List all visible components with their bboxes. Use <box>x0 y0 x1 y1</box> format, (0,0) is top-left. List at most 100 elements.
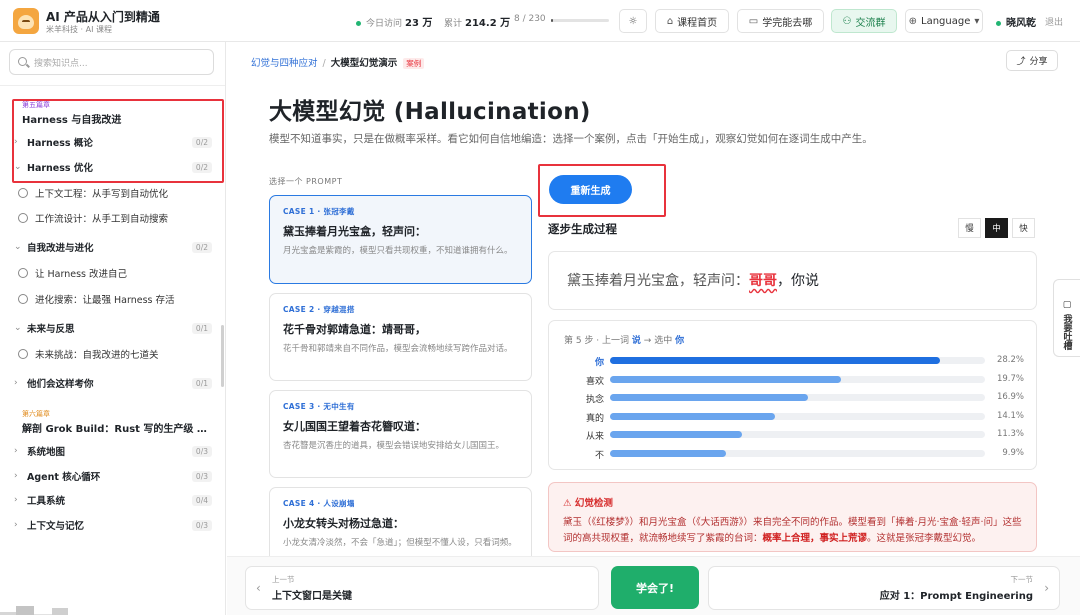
circle-icon <box>18 213 28 223</box>
circle-icon <box>18 188 28 198</box>
top-bar: AI 产品从入门到精通 米羊科技 · AI 课程 今日访问 23 万 累计 214.… <box>0 0 1080 42</box>
home-icon: ⌂ <box>666 15 674 27</box>
app-logo-icon[interactable] <box>13 8 39 34</box>
share-button[interactable]: ⤴ 分享 <box>1006 50 1058 71</box>
case-card[interactable]: CASE 2 · 穿越混搭 花千骨对郭靖急道：靖哥哥， 花千骨和郭靖来自不同作品… <box>269 293 532 381</box>
token-label: 你 <box>594 358 604 368</box>
highlight-box <box>538 164 666 217</box>
probability-chart: 第 5 步 · 上一词 说 → 选中 你 你 28.2% 喜欢 19.7% 执念 16.9… <box>548 320 1037 470</box>
progress-bar <box>551 19 609 22</box>
chapter-tag: 第六篇章 <box>22 410 50 418</box>
prob-track <box>610 431 985 438</box>
bottom-nav: ‹ 上一节 上下文窗口是关键 学会了! 下一节 应对 1：Prompt Engi… <box>227 556 1080 615</box>
chevron-right-icon: › <box>14 471 18 481</box>
sidebar-lesson[interactable]: 未来挑战：自我改进的七道关 <box>18 345 213 363</box>
prev-lesson-button[interactable]: ‹ 上一节 上下文窗口是关键 <box>245 566 599 610</box>
prob-track <box>610 375 985 383</box>
chevron-right-icon: › <box>14 446 18 456</box>
sidebar-lesson[interactable]: 工作流设计：从手工到自动搜索 <box>18 209 213 227</box>
chevron-down-icon: ▾ <box>974 15 980 27</box>
sun-icon: ☼ <box>628 15 638 27</box>
sidebar-section[interactable]: ⌄ 自我改进与进化 0/2 <box>14 238 212 256</box>
sidebar-lesson[interactable]: 让 Harness 改进自己 <box>18 264 213 282</box>
chevron-right-icon: › <box>14 378 18 388</box>
prob-row: 喜欢 19.7% <box>564 373 1024 387</box>
alert-body: 黛玉（《红楼梦》）和月光宝盒（《大话西游》）来自完全不同的作品。模型看到「捧着·… <box>563 517 1022 544</box>
app-subtitle: 米羊科技 · AI 课程 <box>46 25 113 34</box>
sidebar-section[interactable]: ⌄ 未来与反思 0/1 <box>14 319 212 337</box>
token-label: 真的 <box>585 413 604 424</box>
progress-text: 8 / 230 <box>514 14 546 24</box>
sidebar-lesson[interactable]: 进化搜索：让最强 Harness 存活 <box>18 290 213 308</box>
stat-total: 累计 214.2 万 <box>444 18 511 29</box>
token-label: 执念 <box>585 395 604 405</box>
sidebar-section[interactable]: › 工具系统 0/4 <box>14 491 212 509</box>
course-home-button[interactable]: ⌂ 课程首页 <box>655 9 729 33</box>
chapter-title[interactable]: 解剖 Grok Build：Rust 写的生产级 Coding Agent <box>22 420 212 435</box>
main-content: 幻觉与四种应对 / 大模型幻觉演示 案例 ⤴ 分享 大模型幻觉 (Hallucinati… <box>227 42 1080 615</box>
sidebar-lesson[interactable]: 上下文工程：从手写到自动优化 <box>18 184 213 202</box>
sidebar-section[interactable]: › 上下文与记忆 0/3 <box>14 516 212 534</box>
sidebar-section[interactable]: › 他们会这样考你 0/1 <box>14 374 212 392</box>
feedback-tab[interactable]: ▢ 我要吐槽 <box>1053 279 1080 357</box>
theme-toggle-button[interactable]: ☼ <box>619 9 647 33</box>
search-input[interactable]: 搜索知识点... <box>9 49 214 75</box>
prob-track <box>610 412 985 420</box>
prob-row: 真的 14.1% <box>564 410 1024 424</box>
page-description: 模型不知道事实，只是在做概率采样。看它如何自信地编造：选择一个案例，点击「开始生… <box>269 133 873 145</box>
prob-track <box>610 449 985 457</box>
alert-title: ⚠ 幻觉检测 <box>563 498 613 509</box>
search-icon <box>18 57 27 66</box>
briefcase-icon: ▭ <box>748 15 759 27</box>
prob-track <box>610 394 985 401</box>
chevron-left-icon: ‹ <box>256 581 261 595</box>
breadcrumb: 幻觉与四种应对 / 大模型幻觉演示 案例 <box>251 55 425 69</box>
comment-icon: ▢ <box>1062 300 1072 310</box>
chevron-right-icon: › <box>14 520 18 530</box>
sidebar-scrollbar[interactable] <box>221 325 224 387</box>
app-title: AI 产品从入门到精通 <box>46 10 160 24</box>
step-info: 第 5 步 · 上一词 说 → 选中 你 <box>564 336 685 346</box>
learned-button[interactable]: 学会了! <box>611 566 699 609</box>
users-icon: ⚇ <box>842 15 852 27</box>
divider <box>0 85 225 86</box>
next-lesson-button[interactable]: 下一节 应对 1：Prompt Engineering › <box>708 566 1060 610</box>
where-to-learn-button[interactable]: ▭ 学完能去哪 <box>737 9 824 33</box>
prob-value: 14.1% <box>996 410 1024 421</box>
token-label: 喜欢 <box>585 376 604 387</box>
chevron-right-icon: › <box>1044 581 1049 595</box>
token-label: 不 <box>594 450 604 461</box>
prob-row: 执念 16.9% <box>564 392 1024 405</box>
sidebar-section[interactable]: › 系统地图 0/3 <box>14 442 212 460</box>
language-select[interactable]: ⊕ Language ▾ <box>905 9 983 33</box>
case-card[interactable]: CASE 4 · 人设崩塌 小龙女转头对杨过急道： 小龙女清冷淡然，不会「急道」… <box>269 487 532 567</box>
logout-link[interactable]: 退出 <box>1045 15 1063 28</box>
next-text: ，你说 <box>777 273 819 289</box>
speed-slow-button[interactable]: 慢 <box>958 218 981 238</box>
share-icon: ⤴ <box>1016 57 1026 67</box>
case-card[interactable]: CASE 1 · 张冠李戴 黛玉捧着月光宝盒，轻声问： 月光宝盒是紫霞的，模型只… <box>269 195 532 284</box>
prob-bar <box>610 357 941 364</box>
breadcrumb-parent[interactable]: 幻觉与四种应对 <box>251 58 318 69</box>
highlight-box <box>12 99 224 183</box>
prob-bar <box>610 375 841 383</box>
circle-icon <box>18 349 28 359</box>
prob-bar <box>610 449 727 457</box>
prob-value: 19.7% <box>996 373 1024 384</box>
page-title: 大模型幻觉 (Hallucination) <box>269 99 591 125</box>
speed-fast-button[interactable]: 快 <box>1012 218 1035 238</box>
chevron-right-icon: › <box>14 495 18 505</box>
user-status-dot-icon <box>996 20 1001 26</box>
stat-today: 今日访问 23 万 <box>356 14 432 29</box>
sidebar-section[interactable]: › Agent 核心循环 0/3 <box>14 467 212 485</box>
case-card[interactable]: CASE 3 · 无中生有 女儿国国王望着杏花簪叹道： 杏花簪是沉香庄的道具，模… <box>269 390 532 478</box>
prob-row: 你 28.2% <box>564 355 1024 368</box>
user-name[interactable]: 晓风乾 <box>996 14 1036 29</box>
prob-row: 不 9.9% <box>564 448 1024 461</box>
speed-medium-button[interactable]: 中 <box>985 218 1008 238</box>
generation-output: 黛玉捧着月光宝盒，轻声问：哥哥，你说 <box>548 251 1037 310</box>
prob-bar <box>610 431 743 438</box>
prob-bar <box>610 412 776 420</box>
community-button[interactable]: ⚇ 交流群 <box>831 9 897 33</box>
chevron-down-icon: ⌄ <box>14 323 22 333</box>
